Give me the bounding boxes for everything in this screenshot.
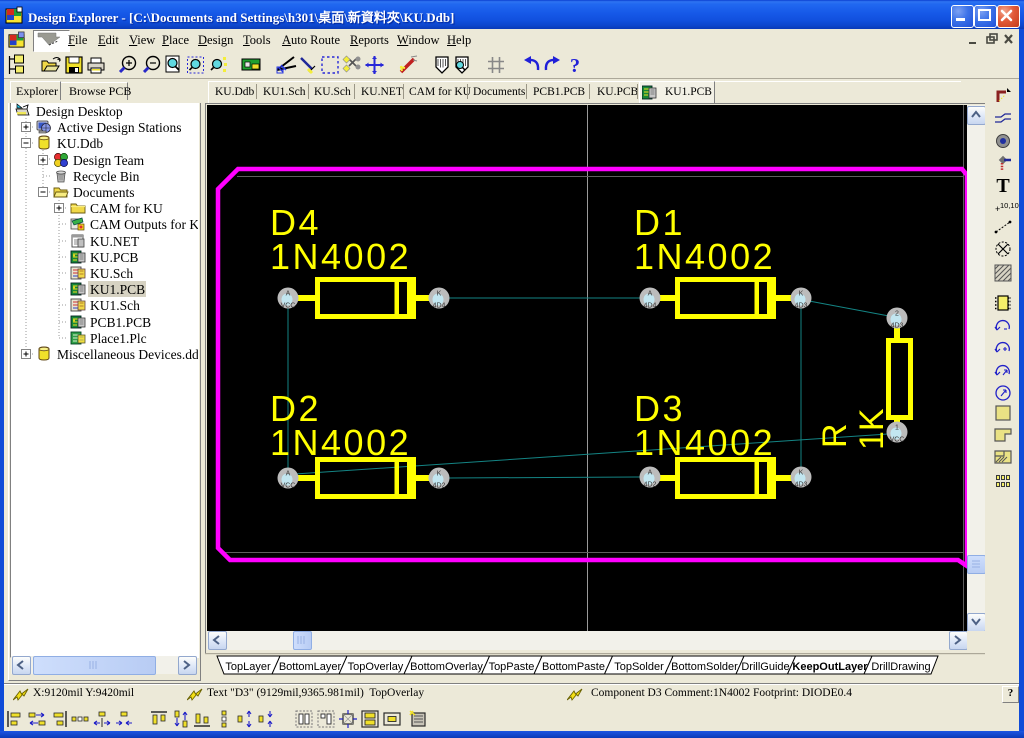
svg-text:K: K bbox=[437, 471, 442, 478]
svg-text:Miscellaneous Devices.ddb: Miscellaneous Devices.ddb bbox=[57, 347, 198, 362]
svg-text:4D2: 4D2 bbox=[644, 482, 657, 489]
svg-text:4D4: 4D4 bbox=[644, 303, 657, 310]
svg-text:VCC: VCC bbox=[890, 437, 905, 444]
svg-text:4D3: 4D3 bbox=[891, 323, 904, 330]
svg-text:VCC: VCC bbox=[281, 483, 296, 490]
svg-text:1N4002: 1N4002 bbox=[270, 236, 411, 277]
svg-text:KU1.PCB: KU1.PCB bbox=[90, 282, 145, 297]
svg-text:KU.Ddb: KU.Ddb bbox=[57, 136, 103, 151]
svg-text:1N4002: 1N4002 bbox=[634, 236, 775, 277]
svg-text:BottomOverlay: BottomOverlay bbox=[410, 661, 483, 673]
svg-text:DrillDrawing: DrillDrawing bbox=[871, 661, 930, 673]
svg-text:TopOverlay: TopOverlay bbox=[348, 661, 404, 673]
svg-text:Design Desktop: Design Desktop bbox=[36, 104, 123, 119]
svg-text:VCC: VCC bbox=[281, 303, 296, 310]
svg-text:BottomPaste: BottomPaste bbox=[542, 661, 605, 673]
svg-text:KU.PCB: KU.PCB bbox=[90, 250, 138, 265]
svg-text:1: 1 bbox=[895, 425, 899, 432]
svg-text:10,10: 10,10 bbox=[1000, 201, 1019, 210]
svg-text:?: ? bbox=[570, 55, 580, 77]
svg-text:Place1.Plc: Place1.Plc bbox=[90, 331, 147, 346]
svg-text:TopPaste: TopPaste bbox=[489, 661, 535, 673]
svg-text:A: A bbox=[286, 471, 291, 478]
svg-text:Documents: Documents bbox=[73, 185, 135, 200]
svg-text:TopSolder: TopSolder bbox=[614, 661, 664, 673]
svg-text:CAM for KU: CAM for KU bbox=[90, 201, 163, 216]
svg-text:4D3: 4D3 bbox=[795, 303, 808, 310]
svg-text:K: K bbox=[799, 291, 804, 298]
svg-text:BottomSolder: BottomSolder bbox=[671, 661, 738, 673]
svg-text:A: A bbox=[286, 291, 291, 298]
svg-text:TopLayer: TopLayer bbox=[225, 661, 271, 673]
svg-text:Design Team: Design Team bbox=[73, 153, 145, 168]
svg-text:BottomLayer: BottomLayer bbox=[279, 661, 342, 673]
svg-text:DrillGuide: DrillGuide bbox=[741, 661, 789, 673]
svg-text:4D3: 4D3 bbox=[795, 482, 808, 489]
svg-text:A: A bbox=[648, 291, 653, 298]
svg-text:4D4: 4D4 bbox=[433, 303, 446, 310]
svg-text:1N4002: 1N4002 bbox=[634, 422, 775, 463]
svg-text:CAM Outputs for KU: CAM Outputs for KU bbox=[90, 217, 198, 232]
svg-text:4D2: 4D2 bbox=[433, 483, 446, 490]
svg-text:1K: 1K bbox=[853, 408, 891, 450]
svg-text:1N4002: 1N4002 bbox=[270, 422, 411, 463]
svg-text:K: K bbox=[799, 470, 804, 477]
svg-text:Recycle Bin: Recycle Bin bbox=[73, 169, 140, 184]
svg-text:KU1.Sch: KU1.Sch bbox=[90, 298, 140, 313]
svg-text:Active Design Stations: Active Design Stations bbox=[57, 120, 182, 135]
svg-text:R: R bbox=[816, 423, 854, 448]
svg-text:2: 2 bbox=[895, 311, 899, 318]
svg-text:K: K bbox=[437, 291, 442, 298]
svg-text:KU.Sch: KU.Sch bbox=[90, 266, 133, 281]
svg-text:T: T bbox=[996, 175, 1010, 197]
svg-text:A: A bbox=[648, 470, 653, 477]
svg-text:KU.NET: KU.NET bbox=[90, 234, 140, 249]
svg-text:KeepOutLayer: KeepOutLayer bbox=[792, 661, 868, 673]
svg-text:PCB1.PCB: PCB1.PCB bbox=[90, 315, 151, 330]
